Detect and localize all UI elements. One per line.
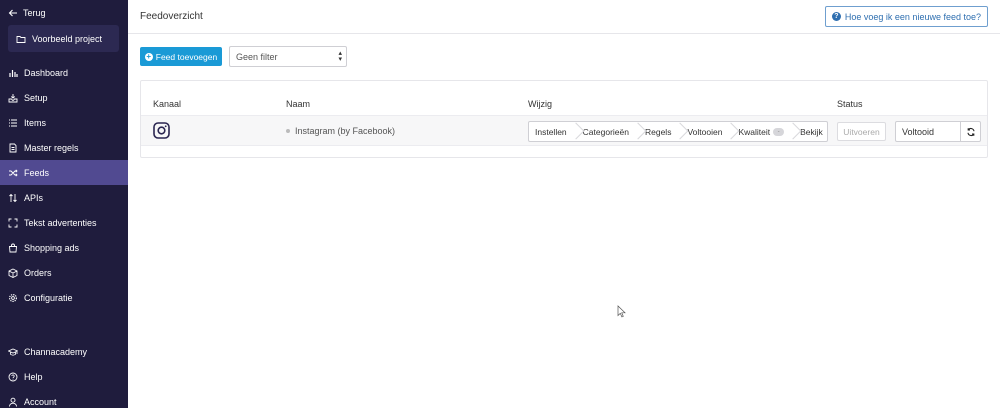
back-link[interactable]: Terug <box>8 8 46 18</box>
inbox-icon <box>8 93 18 103</box>
sidebar-item-label: Dashboard <box>24 67 69 78</box>
sidebar-item-label: Items <box>24 117 47 128</box>
table-row: Instagram (by Facebook) Instellen Catego… <box>141 115 987 146</box>
step-categorieen[interactable]: Categorieën <box>573 122 635 141</box>
sidebar-nav: Dashboard Setup Items Master regels Feed… <box>0 60 128 310</box>
feeds-table: Kanaal Naam Wijzig Status Instagram (by … <box>140 80 988 158</box>
add-feed-button[interactable]: + Feed toevoegen <box>140 47 222 66</box>
sort-caret-icon: ▴ ▾ <box>338 50 342 63</box>
help-new-feed-button[interactable]: ? Hoe voeg ik een nieuwe feed toe? <box>824 6 988 27</box>
column-header-edit: Wijzig <box>528 99 552 109</box>
step-label: Voltooien <box>687 126 723 137</box>
sidebar-item-account[interactable]: Account <box>0 389 128 408</box>
sidebar-item-label: Shopping ads <box>24 242 80 253</box>
step-bekijk[interactable]: Bekijk <box>790 122 829 141</box>
refresh-button[interactable] <box>960 122 980 141</box>
sidebar-item-label: APIs <box>24 192 44 203</box>
bar-chart-icon <box>8 68 18 78</box>
project-label: Voorbeeld project <box>32 33 103 44</box>
top-header: Feedoverzicht ? Hoe voeg ik een nieuwe f… <box>128 0 1000 34</box>
sidebar-bottom-nav: Channacademy Help Account <box>0 339 128 408</box>
filter-select[interactable]: Geen filter ▴ ▾ <box>229 46 347 67</box>
step-label: Instellen <box>535 126 567 137</box>
shuffle-icon <box>8 168 18 178</box>
mouse-cursor-icon <box>617 305 626 318</box>
sidebar-item-configuratie[interactable]: Configuratie <box>0 285 128 310</box>
step-instellen[interactable]: Instellen <box>529 122 573 141</box>
add-feed-label: Feed toevoegen <box>155 51 218 62</box>
step-label: Kwaliteit <box>738 126 771 137</box>
sidebar-item-dashboard[interactable]: Dashboard <box>0 60 128 85</box>
arrows-updown-icon <box>8 193 18 203</box>
shopping-bag-icon <box>8 243 18 253</box>
list-icon <box>8 118 18 128</box>
sidebar-item-label: Master regels <box>24 142 79 153</box>
feed-steps: Instellen Categorieën Regels Voltooien K… <box>528 121 828 142</box>
sidebar-item-label: Orders <box>24 267 52 278</box>
step-kwaliteit[interactable]: Kwaliteit - <box>728 122 790 141</box>
sidebar-item-label: Feeds <box>24 167 50 178</box>
step-voltooien[interactable]: Voltooien <box>677 122 728 141</box>
sidebar-item-orders[interactable]: Orders <box>0 260 128 285</box>
column-header-name: Naam <box>286 99 311 109</box>
feed-name[interactable]: Instagram (by Facebook) <box>286 126 395 136</box>
graduation-cap-icon <box>8 347 18 357</box>
column-header-status: Status <box>837 99 863 109</box>
sidebar-item-shopping-ads[interactable]: Shopping ads <box>0 235 128 260</box>
sidebar-item-apis[interactable]: APIs <box>0 185 128 210</box>
status-field: Voltooid <box>895 121 981 142</box>
sidebar-item-label: Tekst advertenties <box>24 217 97 228</box>
expand-icon <box>8 218 18 228</box>
sidebar-item-master-regels[interactable]: Master regels <box>0 135 128 160</box>
feed-name-label: Instagram (by Facebook) <box>295 126 396 136</box>
user-icon <box>8 397 18 407</box>
plus-circle-icon: + <box>144 51 153 61</box>
status-value: Voltooid <box>902 126 935 137</box>
sidebar-item-tekst-advertenties[interactable]: Tekst advertenties <box>0 210 128 235</box>
sidebar-item-channacademy[interactable]: Channacademy <box>0 339 128 364</box>
run-button[interactable]: Uitvoeren <box>837 122 886 141</box>
quality-badge: - <box>773 127 785 136</box>
sidebar-item-help[interactable]: Help <box>0 364 128 389</box>
box-icon <box>8 268 18 278</box>
question-icon <box>8 372 18 382</box>
step-label: Categorieën <box>582 126 629 137</box>
page-title: Feedoverzicht <box>140 11 203 22</box>
question-circle-icon: ? <box>831 12 841 21</box>
sidebar-item-label: Setup <box>24 92 48 103</box>
step-label: Regels <box>644 126 672 137</box>
arrow-left-icon <box>8 8 18 18</box>
back-label: Terug <box>23 8 46 18</box>
sidebar-item-label: Account <box>24 396 57 407</box>
help-button-label: Hoe voeg ik een nieuwe feed toe? <box>844 11 981 22</box>
instagram-icon <box>153 122 170 139</box>
sidebar-item-setup[interactable]: Setup <box>0 85 128 110</box>
status-dot-icon <box>286 129 290 133</box>
sidebar-item-label: Configuratie <box>24 292 73 303</box>
document-icon <box>8 143 18 153</box>
sidebar-item-label: Channacademy <box>24 346 88 357</box>
column-header-channel: Kanaal <box>153 99 182 109</box>
sidebar-item-feeds[interactable]: Feeds <box>0 160 128 185</box>
sidebar-item-items[interactable]: Items <box>0 110 128 135</box>
sidebar-item-label: Help <box>24 371 43 382</box>
folder-icon <box>16 34 26 44</box>
refresh-icon <box>966 127 976 137</box>
sidebar: Terug Voorbeeld project Dashboard Setup … <box>0 0 128 408</box>
filter-value: Geen filter <box>236 51 278 62</box>
step-label: Bekijk <box>800 126 823 137</box>
gear-icon <box>8 293 18 303</box>
project-selector[interactable]: Voorbeeld project <box>8 25 119 52</box>
